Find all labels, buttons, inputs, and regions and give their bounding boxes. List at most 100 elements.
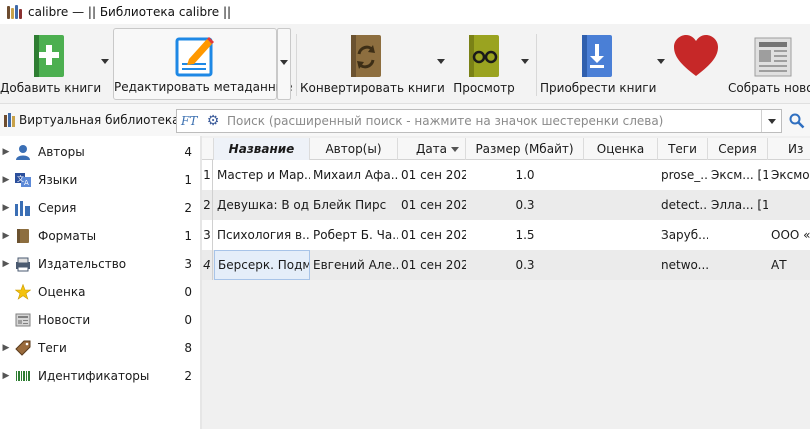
add-book-icon — [25, 32, 73, 80]
sidebar-item-count: 1 — [184, 173, 192, 187]
table-row[interactable]: 1 Мастер и Мар... Михаил Афа... 01 сен 2… — [202, 160, 810, 190]
sidebar-item-count: 2 — [184, 369, 192, 383]
cell-date[interactable]: 01 сен 2022 — [398, 160, 466, 190]
cell-publisher[interactable]: АТ — [768, 250, 810, 280]
cell-title[interactable]: Мастер и Мар... — [214, 160, 310, 190]
sidebar-item-label: Языки — [38, 173, 78, 187]
sidebar-item-news[interactable]: Новости 0 — [0, 306, 200, 334]
sidebar-item-authors[interactable]: ▶ Авторы 4 — [0, 138, 200, 166]
sidebar-item-identifiers[interactable]: ▶ Идентификаторы 2 — [0, 362, 200, 390]
cell-size[interactable]: 1.5 — [466, 220, 584, 250]
tag-browser: ▶ Авторы 4 ▶ 文A Языки 1 ▶ Серия 2 ▶ Форм… — [0, 136, 200, 429]
cell-size[interactable]: 1.0 — [466, 160, 584, 190]
convert-books-button[interactable]: Конвертировать книги — [300, 28, 445, 100]
edit-metadata-dropdown[interactable] — [277, 28, 291, 100]
cell-rating[interactable] — [584, 160, 658, 190]
expand-arrow-icon[interactable]: ▶ — [0, 147, 12, 157]
column-header-publisher[interactable]: Из — [768, 138, 810, 160]
heart-icon — [672, 32, 720, 80]
fetch-news-button[interactable]: Собрать новости — [728, 28, 810, 100]
view-dropdown-arrow-icon[interactable] — [521, 59, 529, 64]
get-books-icon — [573, 32, 621, 80]
column-header-date[interactable]: Дата — [398, 138, 466, 160]
column-header-title[interactable]: Название — [214, 138, 310, 160]
table-header: Название Автор(ы) Дата Размер (Мбайт) Оц… — [202, 138, 810, 160]
view-label: Просмотр — [453, 81, 515, 95]
sidebar-item-label: Идентификаторы — [38, 369, 150, 383]
sidebar-item-series[interactable]: ▶ Серия 2 — [0, 194, 200, 222]
cell-series[interactable]: Эксм... [1] — [708, 160, 768, 190]
cell-series[interactable] — [708, 250, 768, 280]
row-number: 1 — [202, 160, 213, 190]
window-title: calibre — || Библиотека calibre || — [28, 5, 232, 19]
search-history-dropdown[interactable] — [761, 110, 781, 132]
get-books-button[interactable]: Приобрести книги — [540, 28, 656, 100]
cell-date[interactable]: 01 сен 2022 — [398, 250, 466, 280]
cell-authors[interactable]: Блейк Пирс — [310, 190, 398, 220]
expand-arrow-icon[interactable]: ▶ — [0, 175, 12, 185]
table-row[interactable]: 2 Девушка: В од... Блейк Пирс 01 сен 202… — [202, 190, 810, 220]
cell-publisher[interactable]: ООО « — [768, 220, 810, 250]
sidebar-item-label: Издательство — [38, 257, 127, 271]
cell-publisher[interactable]: Эксмо — [768, 160, 810, 190]
edit-metadata-icon — [171, 33, 219, 81]
cell-series[interactable]: Элла... [1] — [708, 190, 768, 220]
column-header-authors[interactable]: Автор(ы) — [310, 138, 398, 160]
get-books-dropdown-arrow-icon[interactable] — [657, 59, 665, 64]
cell-tags[interactable]: prose_... — [658, 160, 708, 190]
cell-title[interactable]: Берсерк. Подм... — [214, 250, 310, 280]
column-header-tags[interactable]: Теги — [658, 138, 708, 160]
cell-rating[interactable] — [584, 190, 658, 220]
cell-tags[interactable]: Заруб... — [658, 220, 708, 250]
column-header-series[interactable]: Серия — [708, 138, 768, 160]
sidebar-item-languages[interactable]: ▶ 文A Языки 1 — [0, 166, 200, 194]
search-icon[interactable] — [789, 113, 807, 131]
newspaper-icon — [749, 32, 797, 80]
cell-tags[interactable]: detect... — [658, 190, 708, 220]
edit-metadata-button[interactable]: Редактировать метаданные — [113, 28, 293, 100]
cell-rating[interactable] — [584, 250, 658, 280]
virtual-library-button[interactable]: Виртуальная библиотека — [4, 110, 179, 130]
column-header-size[interactable]: Размер (Мбайт) — [466, 138, 584, 160]
full-text-search-icon[interactable]: FT — [181, 114, 201, 128]
sidebar-item-rating[interactable]: Оценка 0 — [0, 278, 200, 306]
cell-authors[interactable]: Евгений Але... — [310, 250, 398, 280]
sidebar-item-label: Форматы — [38, 229, 97, 243]
sidebar-item-formats[interactable]: ▶ Форматы 1 — [0, 222, 200, 250]
cell-series[interactable] — [708, 220, 768, 250]
cell-authors[interactable]: Роберт Б. Ча... — [310, 220, 398, 250]
cell-publisher[interactable] — [768, 190, 810, 220]
cell-title[interactable]: Девушка: В од... — [214, 190, 310, 220]
expand-arrow-icon[interactable]: ▶ — [0, 231, 12, 241]
expand-arrow-icon[interactable]: ▶ — [0, 371, 12, 381]
add-books-dropdown-arrow-icon[interactable] — [101, 59, 109, 64]
sidebar-item-publisher[interactable]: ▶ Издательство 3 — [0, 250, 200, 278]
expand-arrow-icon[interactable]: ▶ — [0, 203, 12, 213]
cell-tags[interactable]: netwo... — [658, 250, 708, 280]
donate-button[interactable] — [668, 28, 724, 100]
view-book-icon — [460, 32, 508, 80]
tag-icon — [14, 339, 32, 357]
cell-date[interactable]: 01 сен 2022 — [398, 220, 466, 250]
search-input[interactable] — [227, 111, 761, 131]
view-button[interactable]: Просмотр — [450, 28, 518, 100]
expand-arrow-icon[interactable]: ▶ — [0, 259, 12, 269]
table-row[interactable]: 3 Психология в... Роберт Б. Ча... 01 сен… — [202, 220, 810, 250]
column-header-rating[interactable]: Оценка — [584, 138, 658, 160]
gear-icon[interactable]: ⚙ — [205, 113, 221, 129]
cell-title[interactable]: Психология в... — [214, 220, 310, 250]
calibre-logo-icon — [6, 4, 22, 20]
cell-rating[interactable] — [584, 220, 658, 250]
cell-date[interactable]: 01 сен 2022 — [398, 190, 466, 220]
convert-dropdown-arrow-icon[interactable] — [437, 59, 445, 64]
add-books-button[interactable]: Добавить книги — [0, 28, 101, 100]
cell-size[interactable]: 0.3 — [466, 190, 584, 220]
table-row[interactable]: 4 Берсерк. Подм... Евгений Але... 01 сен… — [202, 250, 810, 280]
book-list-table: Название Автор(ы) Дата Размер (Мбайт) Оц… — [202, 136, 810, 429]
cell-size[interactable]: 0.3 — [466, 250, 584, 280]
sidebar-item-label: Теги — [38, 341, 67, 355]
cell-authors[interactable]: Михаил Афа... — [310, 160, 398, 190]
expand-arrow-icon[interactable]: ▶ — [0, 343, 12, 353]
search-bar-row: Виртуальная библиотека FT ⚙ — [0, 104, 810, 136]
sidebar-item-tags[interactable]: ▶ Теги 8 — [0, 334, 200, 362]
